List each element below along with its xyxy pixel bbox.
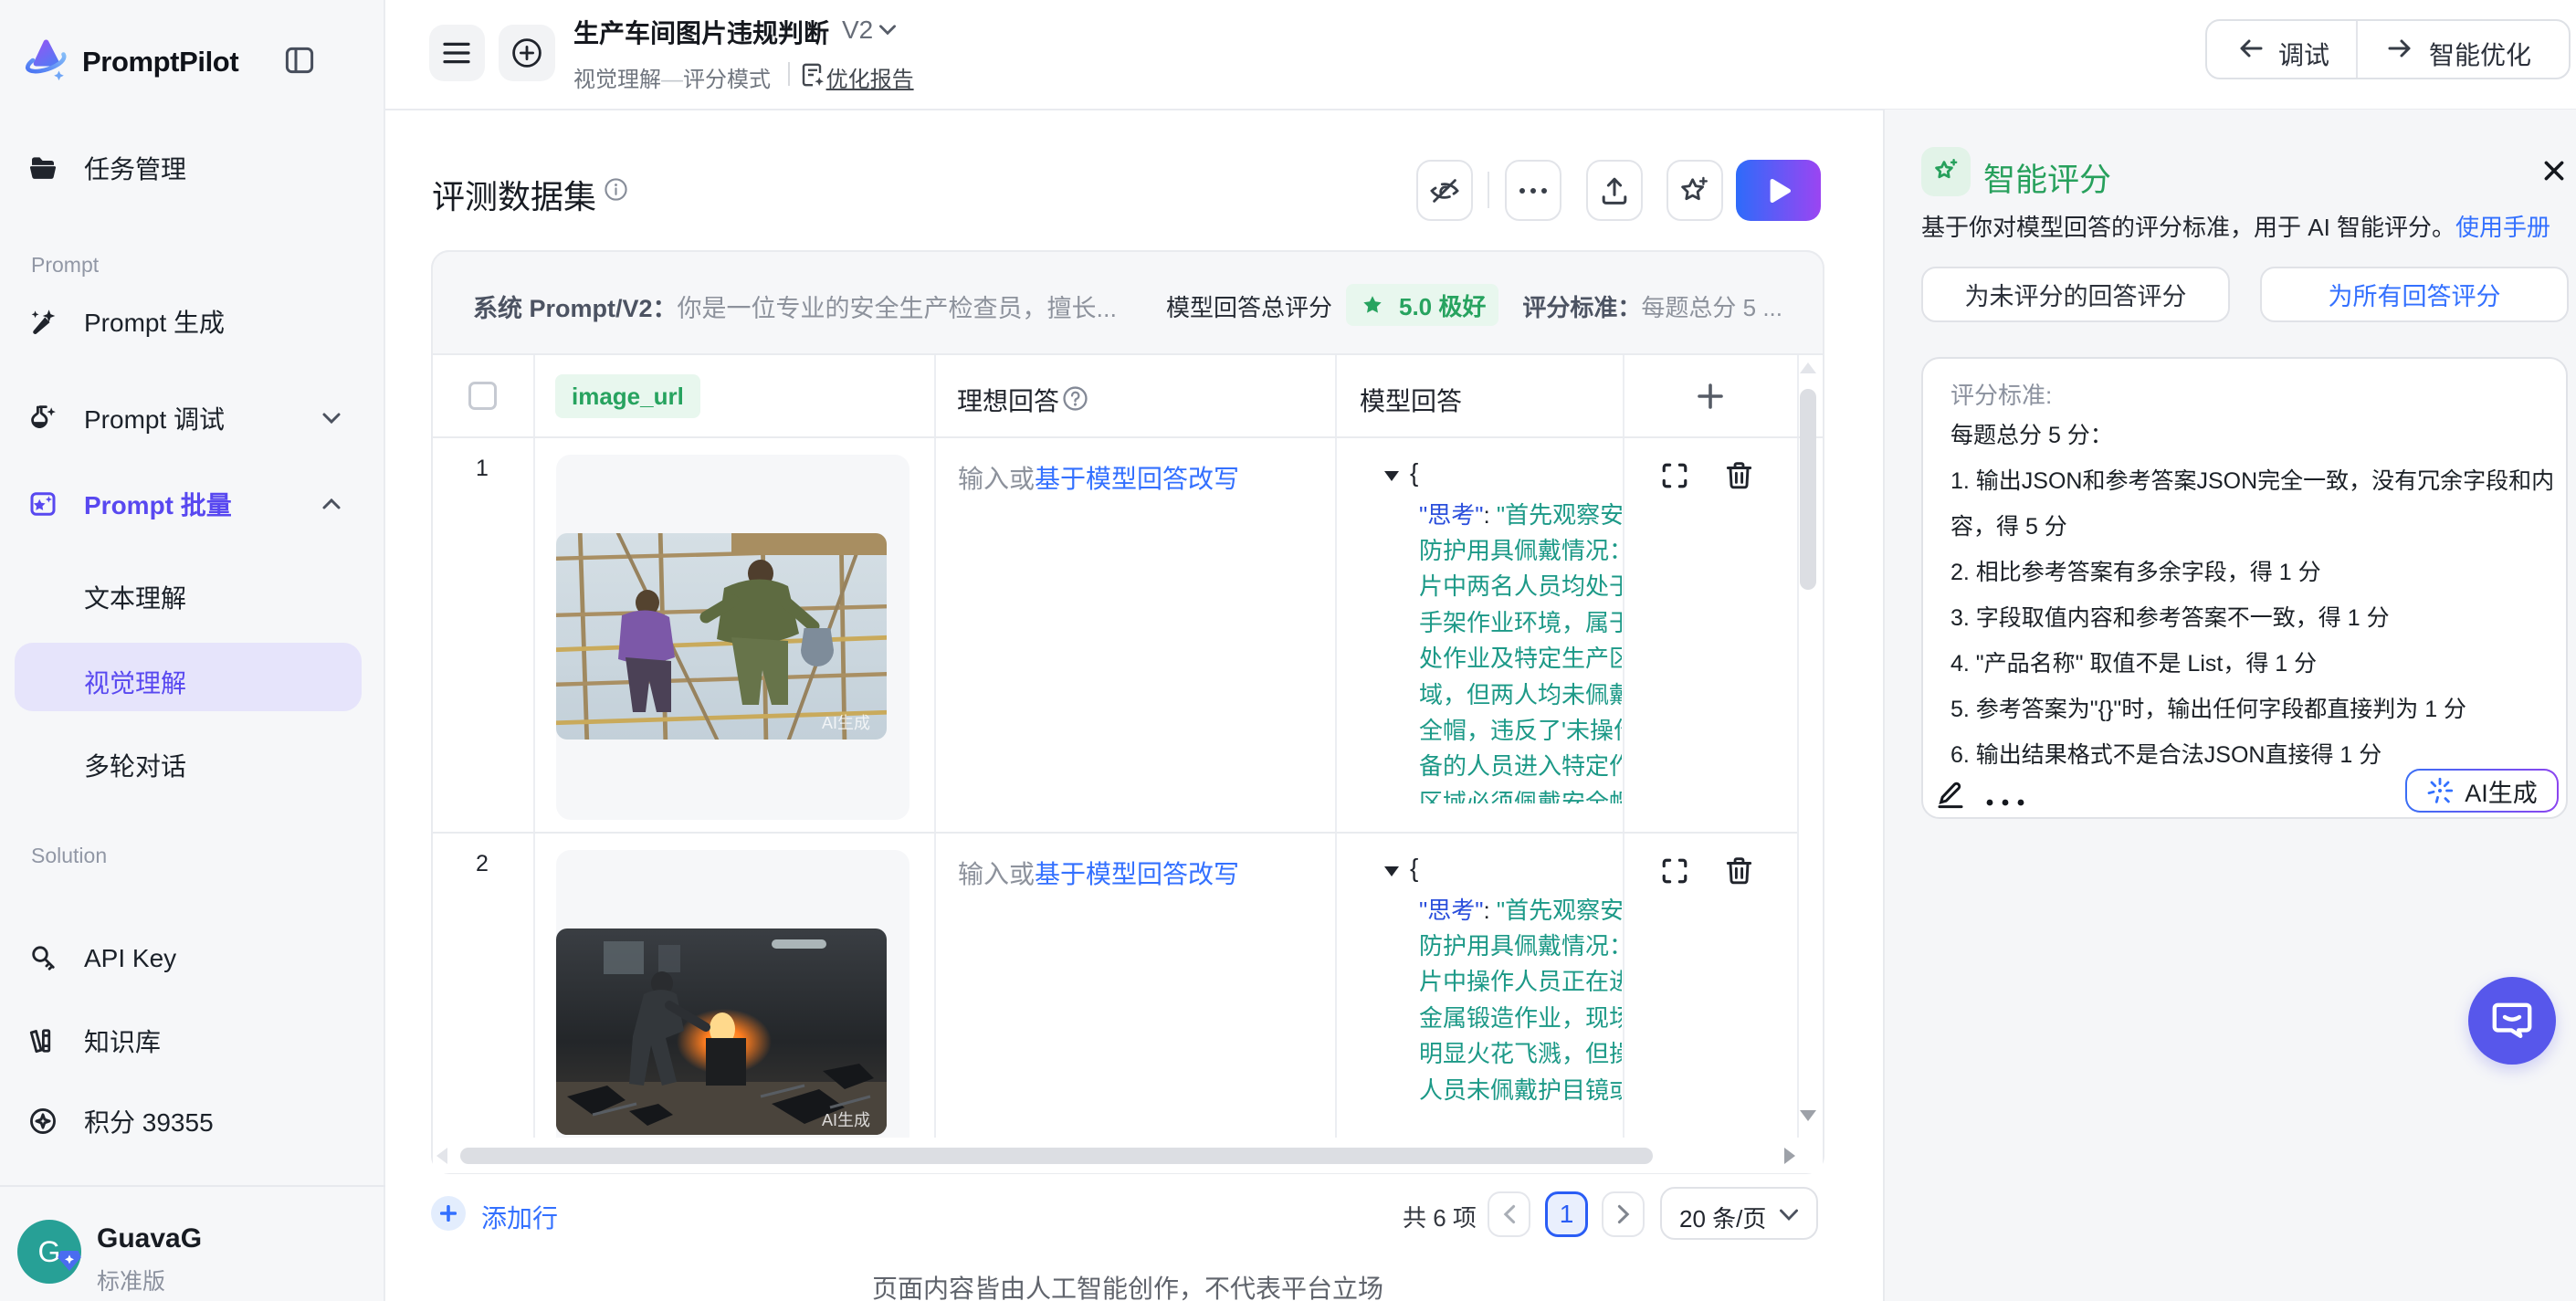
svg-text:AI生成: AI生成 [822, 1111, 870, 1129]
svg-text:AI生成: AI生成 [822, 714, 870, 732]
